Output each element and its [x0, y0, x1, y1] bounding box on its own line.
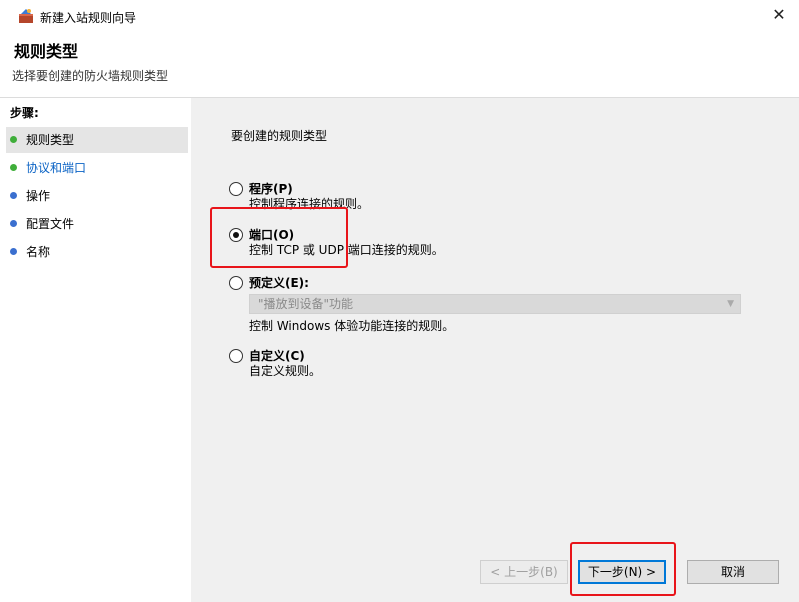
step-label: 规则类型: [26, 133, 75, 147]
chevron-down-icon: ▼: [727, 299, 734, 309]
step-status-icon: [10, 248, 17, 255]
page-title: 规则类型: [14, 42, 79, 61]
wizard-header: 规则类型 选择要创建的防火墙规则类型: [6, 32, 799, 98]
step-protocol-ports[interactable]: 协议和端口: [6, 155, 188, 181]
back-button[interactable]: < 上一步(B): [480, 560, 568, 584]
step-label: 协议和端口: [26, 161, 87, 175]
option-label: 预定义(E):: [249, 276, 309, 290]
radio-program[interactable]: [229, 182, 243, 196]
highlight-next-button: [570, 542, 676, 596]
step-label: 名称: [26, 245, 51, 259]
step-label: 操作: [26, 189, 51, 203]
firewall-wizard-icon: [19, 9, 33, 23]
highlight-port-option: [210, 207, 348, 268]
step-status-icon: [10, 220, 17, 227]
title-bar: 新建入站规则向导 ✕: [6, 0, 799, 32]
step-status-icon: [10, 164, 17, 171]
step-action[interactable]: 操作: [6, 183, 188, 209]
page-subtitle: 选择要创建的防火墙规则类型: [12, 69, 169, 83]
window-title: 新建入站规则向导: [40, 11, 137, 25]
content-panel: 要创建的规则类型 程序(P) 控制程序连接的规则。 端口(O) 控制 TCP 或…: [191, 98, 799, 602]
step-label: 配置文件: [26, 217, 75, 231]
close-icon: ✕: [772, 5, 786, 24]
option-description: 自定义规则。: [249, 364, 322, 378]
steps-title: 步骤:: [10, 106, 39, 120]
radio-predefined[interactable]: [229, 276, 243, 290]
step-profile[interactable]: 配置文件: [6, 211, 188, 237]
steps-panel: 步骤: 规则类型 协议和端口 操作 配置文件 名称: [6, 98, 191, 602]
cancel-button[interactable]: 取消: [687, 560, 779, 584]
step-status-icon: [10, 136, 17, 143]
step-rule-type[interactable]: 规则类型: [6, 127, 188, 153]
option-description: 控制 Windows 体验功能连接的规则。: [249, 319, 455, 333]
step-status-icon: [10, 192, 17, 199]
rule-type-prompt: 要创建的规则类型: [231, 129, 328, 143]
predefined-select[interactable]: "播放到设备"功能 ▼: [249, 294, 741, 314]
step-name[interactable]: 名称: [6, 239, 188, 265]
radio-custom[interactable]: [229, 349, 243, 363]
select-value: "播放到设备"功能: [258, 297, 354, 311]
close-button[interactable]: ✕: [765, 2, 793, 28]
